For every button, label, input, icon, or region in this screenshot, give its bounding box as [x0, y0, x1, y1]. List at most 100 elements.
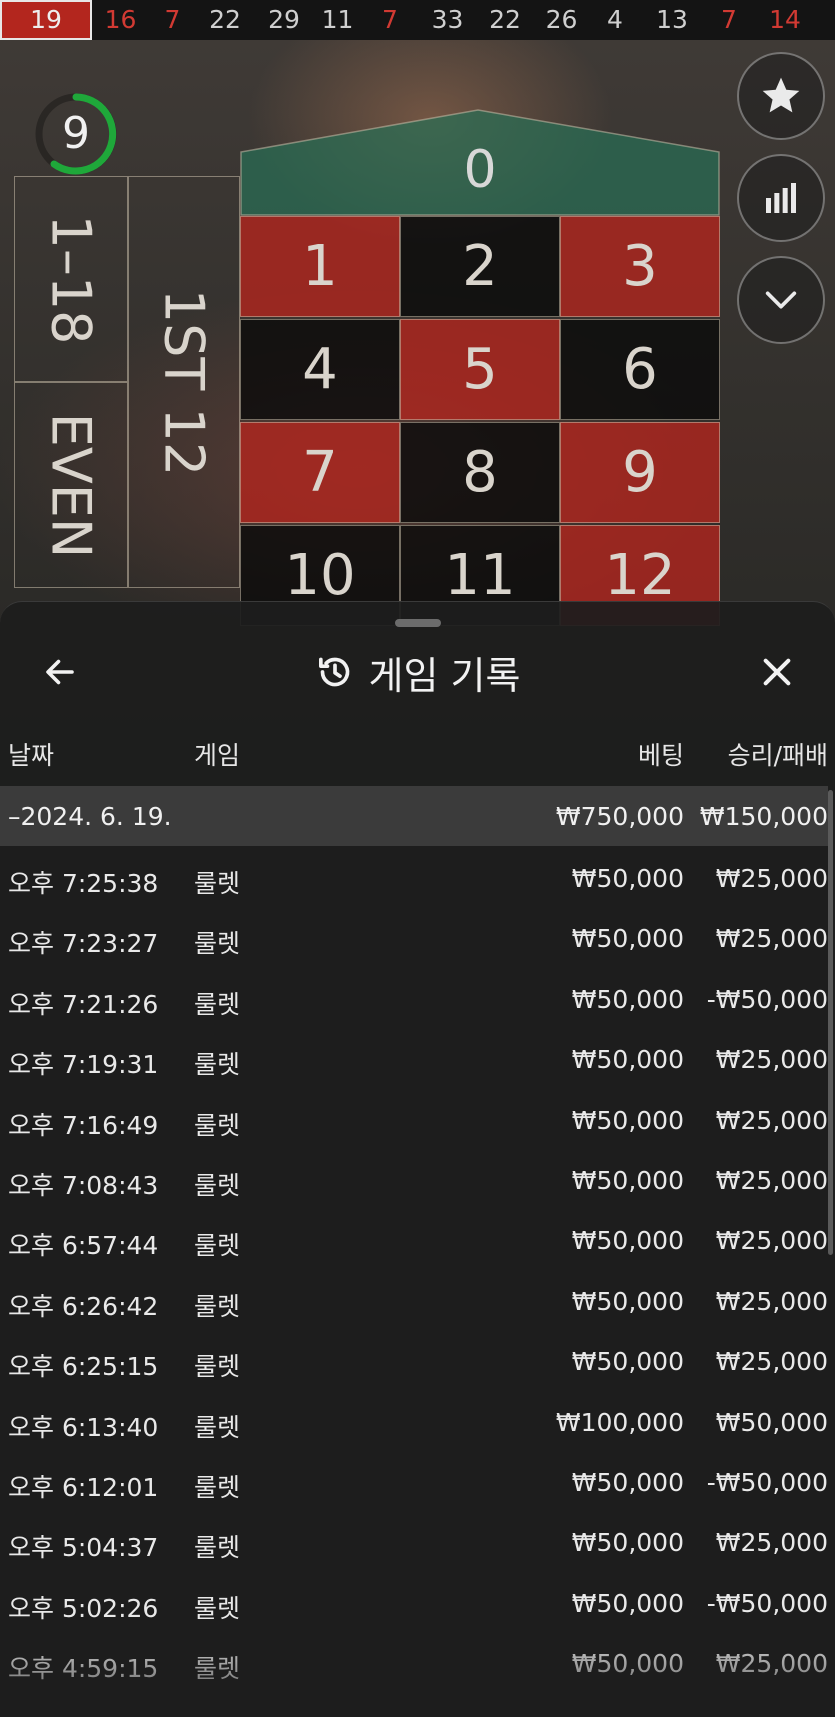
bet-spot-number[interactable]: 5	[400, 319, 560, 420]
sheet-header: 게임 기록	[0, 644, 835, 700]
row-time: 오후 6:13:40	[8, 1412, 159, 1442]
statistics-button[interactable]	[737, 154, 825, 242]
bet-spot-number[interactable]: 6	[560, 319, 720, 420]
bet-spot-number[interactable]: 9	[560, 422, 720, 523]
history-scrollbar[interactable]	[828, 790, 833, 1255]
bet-spot-even-label: EVEN	[39, 412, 103, 558]
history-row[interactable]: 오후 4:59:15 룰렛 ₩50,000 ₩25,000	[0, 1631, 828, 1691]
result-number: 29	[268, 5, 300, 34]
sheet-drag-handle[interactable]	[395, 619, 441, 627]
back-button[interactable]	[32, 644, 88, 700]
history-row[interactable]: 오후 7:21:26 룰렛 ₩50,000 -₩50,000	[0, 967, 828, 1027]
history-row[interactable]: 오후 7:16:49 룰렛 ₩50,000 ₩25,000	[0, 1088, 828, 1148]
column-header-bet: 베팅	[637, 741, 684, 770]
arrow-left-icon	[46, 659, 74, 685]
row-winloss: ₩25,000	[715, 924, 828, 954]
row-bet: ₩50,000	[571, 1045, 684, 1075]
history-row[interactable]: 오후 6:12:01 룰렛 ₩50,000 -₩50,000	[0, 1450, 828, 1510]
bet-spot-even[interactable]: EVEN	[14, 382, 128, 588]
bet-spot-zero[interactable]: 0	[240, 108, 720, 216]
history-list: 오후 7:25:38 룰렛 ₩50,000 ₩25,000 오후 7:23:27 룰렛 ₩5…	[0, 846, 828, 1691]
row-winloss: ₩25,000	[715, 1045, 828, 1075]
day-summary-row[interactable]: –2024. 6. 19. ₩750,000 ₩150,000	[0, 786, 828, 846]
row-time: 오후 7:25:38	[8, 869, 159, 898]
row-bet: ₩50,000	[571, 1588, 684, 1618]
row-bet: ₩50,000	[571, 864, 684, 893]
row-winloss: -₩50,000	[706, 984, 828, 1014]
result-number: 7	[382, 5, 398, 34]
history-row[interactable]: 오후 5:02:26 룰렛 ₩50,000 -₩50,000	[0, 1571, 828, 1631]
bet-spot-number[interactable]: 8	[400, 422, 560, 523]
favorites-button[interactable]	[737, 52, 825, 140]
bet-spot-number[interactable]: 1	[240, 216, 400, 317]
row-time: 오후 6:26:42	[8, 1291, 159, 1321]
timer-value: 9	[62, 108, 90, 159]
row-winloss: ₩25,000	[715, 1347, 828, 1377]
column-header-date: 날짜	[8, 741, 55, 770]
row-time: 오후 5:02:26	[8, 1593, 159, 1623]
result-number: 4	[607, 5, 623, 34]
row-bet: ₩50,000	[571, 1347, 684, 1377]
row-bet: ₩50,000	[571, 1226, 684, 1256]
history-row[interactable]: 오후 6:57:44 룰렛 ₩50,000 ₩25,000	[0, 1208, 828, 1268]
row-game: 룰렛	[194, 1352, 241, 1382]
row-time: 오후 4:59:15	[8, 1654, 159, 1684]
sheet-title: 게임 기록	[368, 653, 521, 698]
history-row[interactable]: 오후 7:19:31 룰렛 ₩50,000 ₩25,000	[0, 1027, 828, 1087]
row-winloss: ₩25,000	[715, 864, 828, 893]
result-number: 16	[104, 5, 137, 34]
star-icon	[762, 77, 800, 113]
bet-spot-first-dozen[interactable]: 1ST 12	[128, 176, 240, 588]
recent-results-strip: 19 16 7 22 29 11 7 33 22 26 4 13 7 14	[0, 0, 835, 40]
history-row[interactable]: 오후 7:23:27 룰렛 ₩50,000 ₩25,000	[0, 906, 828, 966]
history-row[interactable]: 오후 7:25:38 룰렛 ₩50,000 ₩25,000	[0, 846, 828, 906]
history-row[interactable]: 오후 7:08:43 룰렛 ₩50,000 ₩25,000	[0, 1148, 828, 1208]
row-bet: ₩50,000	[571, 1286, 684, 1316]
bet-spot-1-18-label: 1–18	[39, 213, 103, 345]
row-game: 룰렛	[194, 1291, 241, 1321]
row-game: 룰렛	[194, 1050, 241, 1080]
close-button[interactable]	[749, 644, 805, 700]
row-game: 룰렛	[194, 1533, 241, 1563]
row-time: 오후 5:04:37	[8, 1533, 159, 1563]
chevron-down-icon	[765, 291, 797, 309]
collapse-button[interactable]	[737, 256, 825, 344]
close-icon	[763, 658, 791, 686]
history-row[interactable]: 오후 6:26:42 룰렛 ₩50,000 ₩25,000	[0, 1269, 828, 1329]
row-bet: ₩50,000	[571, 984, 684, 1014]
row-winloss: ₩25,000	[715, 1649, 828, 1679]
row-game: 룰렛	[194, 1170, 241, 1200]
bet-spot-number[interactable]: 7	[240, 422, 400, 523]
row-bet: ₩50,000	[571, 1649, 684, 1679]
history-icon	[318, 657, 349, 687]
row-winloss: ₩25,000	[715, 1165, 828, 1195]
row-bet: ₩100,000	[555, 1407, 684, 1437]
row-game: 룰렛	[194, 989, 241, 1019]
row-winloss: ₩50,000	[715, 1407, 828, 1437]
row-winloss: ₩25,000	[715, 1105, 828, 1135]
history-row[interactable]: 오후 5:04:37 룰렛 ₩50,000 ₩25,000	[0, 1510, 828, 1570]
zero-label: 0	[463, 140, 497, 200]
row-bet: ₩50,000	[571, 1528, 684, 1558]
row-time: 오후 7:21:26	[8, 989, 159, 1019]
row-bet: ₩50,000	[571, 924, 684, 954]
bet-spot-number[interactable]: 2	[400, 216, 560, 317]
row-winloss: -₩50,000	[706, 1467, 828, 1497]
result-number: 11	[321, 5, 354, 34]
bet-spot-1-18[interactable]: 1–18	[14, 176, 128, 382]
column-header-winloss: 승리/패배	[727, 741, 828, 770]
result-number: 22	[489, 5, 521, 34]
row-time: 오후 6:57:44	[8, 1231, 159, 1261]
row-bet: ₩50,000	[571, 1165, 684, 1195]
result-number: 33	[431, 5, 464, 34]
history-row[interactable]: 오후 6:25:15 룰렛 ₩50,000 ₩25,000	[0, 1329, 828, 1389]
result-number: 13	[656, 5, 688, 34]
day-date: –2024. 6. 19.	[8, 802, 172, 831]
row-game: 룰렛	[194, 929, 241, 959]
stats-icon	[766, 183, 796, 213]
row-time: 오후 7:08:43	[8, 1170, 159, 1200]
result-number: 7	[721, 5, 737, 34]
history-row[interactable]: 오후 6:13:40 룰렛 ₩100,000 ₩50,000	[0, 1390, 828, 1450]
bet-spot-number[interactable]: 4	[240, 319, 400, 420]
bet-spot-number[interactable]: 3	[560, 216, 720, 317]
